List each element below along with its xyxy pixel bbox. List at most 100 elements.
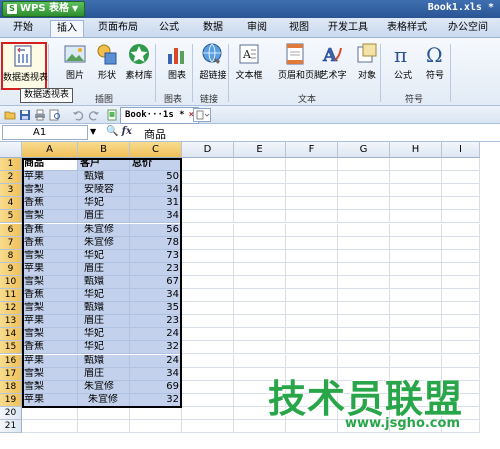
cell[interactable]: 雪梨 — [22, 275, 78, 289]
row-header[interactable]: 18 — [0, 380, 22, 394]
cell[interactable]: 朱宜修 — [78, 393, 130, 407]
cell[interactable] — [286, 171, 338, 185]
cell[interactable]: 73 — [130, 249, 182, 263]
column-header-i[interactable]: I — [442, 142, 480, 158]
cell[interactable]: 56 — [130, 223, 182, 237]
cell[interactable]: 23 — [130, 262, 182, 276]
cell[interactable]: 华妃 — [78, 197, 130, 211]
cell[interactable] — [338, 328, 390, 342]
tab-9[interactable]: 办公空间 — [440, 20, 496, 37]
cell[interactable] — [338, 302, 390, 316]
cell[interactable] — [286, 249, 338, 263]
cell[interactable] — [390, 341, 442, 355]
cell[interactable]: 苹果 — [22, 393, 78, 407]
cell[interactable] — [130, 420, 182, 433]
cell[interactable]: 甄嬛 — [78, 302, 130, 316]
fx-icon[interactable]: fx — [122, 126, 132, 137]
cell[interactable] — [182, 184, 234, 198]
ribbon-button-shapes[interactable]: 形状 — [90, 42, 124, 90]
cell[interactable]: 31 — [130, 197, 182, 211]
cell[interactable]: 华妃 — [78, 341, 130, 355]
row-header[interactable]: 4 — [0, 197, 22, 211]
cell[interactable]: 华妃 — [78, 249, 130, 263]
cell[interactable] — [390, 223, 442, 237]
cell[interactable] — [442, 354, 480, 368]
cell[interactable] — [338, 197, 390, 211]
cell[interactable] — [338, 354, 390, 368]
cell[interactable] — [390, 328, 442, 342]
cell[interactable] — [182, 367, 234, 381]
column-header-d[interactable]: D — [182, 142, 234, 158]
cell[interactable]: 34 — [130, 289, 182, 302]
cell[interactable]: 50 — [130, 171, 182, 185]
cell[interactable] — [338, 315, 390, 329]
cell[interactable]: 24 — [130, 328, 182, 342]
formula-input[interactable]: 商品 — [144, 126, 166, 142]
row-header[interactable]: 5 — [0, 210, 22, 224]
cell[interactable]: 35 — [130, 302, 182, 316]
cell[interactable] — [234, 158, 286, 171]
cell[interactable] — [442, 275, 480, 289]
cell[interactable] — [442, 249, 480, 263]
cell[interactable]: 华妃 — [78, 289, 130, 302]
cell[interactable]: 总价 — [130, 158, 182, 171]
row-header[interactable]: 21 — [0, 420, 22, 433]
cell[interactable] — [182, 380, 234, 394]
cell[interactable] — [286, 341, 338, 355]
undo-icon[interactable] — [72, 109, 84, 121]
cell[interactable] — [338, 341, 390, 355]
cell[interactable]: 客户 — [78, 158, 130, 171]
cell[interactable] — [390, 236, 442, 250]
row-header[interactable]: 3 — [0, 184, 22, 198]
cell[interactable]: 香蕉 — [22, 236, 78, 250]
name-box[interactable]: A1 — [2, 125, 88, 140]
cell[interactable] — [182, 406, 234, 420]
cell[interactable] — [390, 289, 442, 302]
cell[interactable] — [442, 328, 480, 342]
ribbon-button-header-footer[interactable]: 页眉和页脚 — [278, 42, 323, 90]
row-header[interactable]: 7 — [0, 236, 22, 250]
cell[interactable]: 眉庄 — [78, 367, 130, 381]
cell[interactable] — [390, 171, 442, 185]
cell[interactable] — [286, 328, 338, 342]
cell[interactable]: 甄嬛 — [78, 275, 130, 289]
cell[interactable]: 34 — [130, 184, 182, 198]
print-icon[interactable] — [34, 109, 46, 121]
cell[interactable] — [390, 210, 442, 224]
cell[interactable]: 34 — [130, 210, 182, 224]
cell[interactable]: 香蕉 — [22, 341, 78, 355]
cell[interactable]: 苹果 — [22, 171, 78, 185]
ribbon-button-textbox[interactable]: A 文本框 — [232, 42, 266, 90]
cell[interactable] — [78, 420, 130, 433]
ribbon-button-clipart[interactable]: 素材库 — [122, 42, 156, 90]
cell[interactable] — [442, 302, 480, 316]
row-header[interactable]: 10 — [0, 275, 22, 289]
redo-icon[interactable] — [88, 109, 100, 121]
column-header-c[interactable]: C — [130, 142, 182, 158]
column-header-b[interactable]: B — [78, 142, 130, 158]
cell[interactable] — [442, 236, 480, 250]
cell[interactable] — [286, 184, 338, 198]
cell[interactable] — [338, 210, 390, 224]
cell[interactable] — [182, 210, 234, 224]
cell[interactable] — [182, 341, 234, 355]
ribbon-button-wordart[interactable]: A 艺术字 — [316, 42, 350, 90]
cell[interactable] — [442, 210, 480, 224]
cell[interactable] — [390, 302, 442, 316]
row-header[interactable]: 17 — [0, 367, 22, 381]
cell[interactable]: 雪梨 — [22, 367, 78, 381]
cell[interactable] — [234, 328, 286, 342]
cell[interactable] — [182, 420, 234, 433]
cell[interactable]: 雪梨 — [22, 249, 78, 263]
cell[interactable]: 安陵容 — [78, 184, 130, 198]
cell[interactable] — [442, 341, 480, 355]
row-header[interactable]: 2 — [0, 171, 22, 185]
tab-7[interactable]: 开发工具 — [322, 20, 374, 37]
row-header[interactable]: 9 — [0, 262, 22, 276]
cell[interactable] — [22, 420, 78, 433]
cell[interactable] — [338, 275, 390, 289]
cell[interactable]: 32 — [130, 341, 182, 355]
cell[interactable] — [338, 262, 390, 276]
cell[interactable]: 眉庄 — [78, 262, 130, 276]
cell[interactable] — [286, 223, 338, 237]
